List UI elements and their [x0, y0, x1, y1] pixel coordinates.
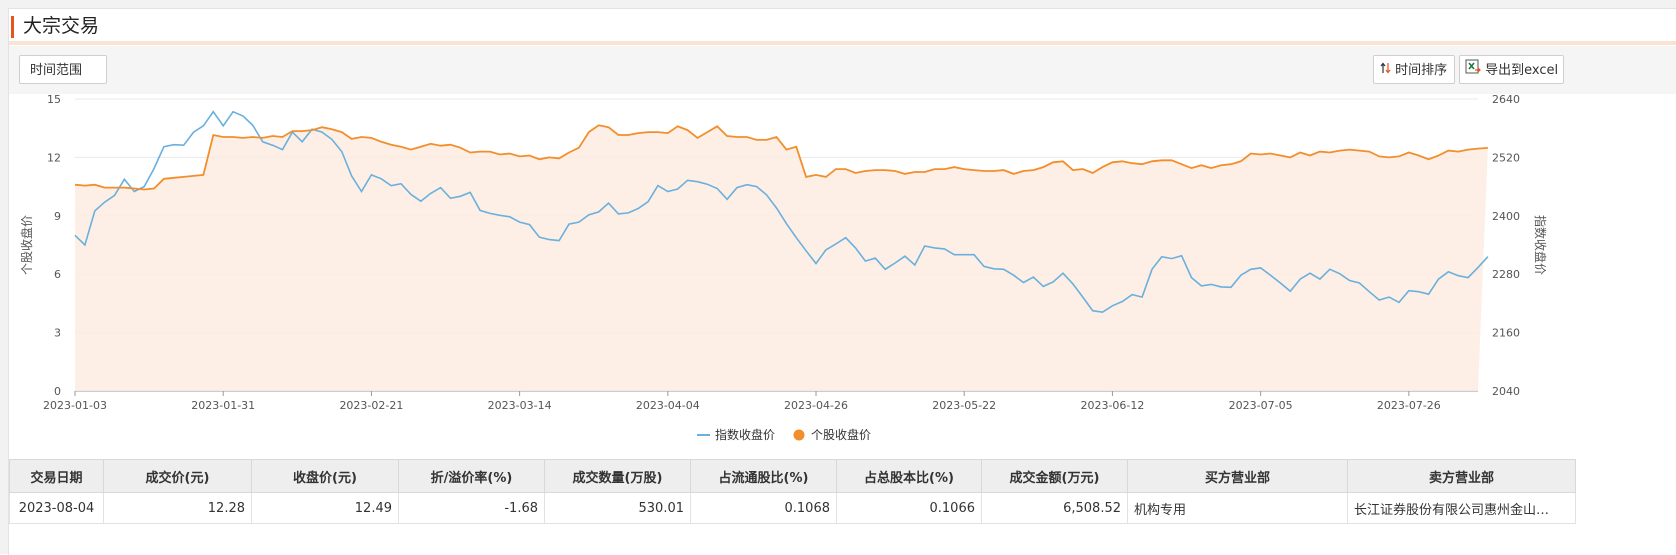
stock-area-fill [75, 125, 1488, 392]
col-header-buyer[interactable]: 买方营业部 [1127, 459, 1348, 493]
col-header-float-ratio[interactable]: 占流通股比(%) [690, 459, 837, 493]
col-header-amount[interactable]: 成交金额(万元) [981, 459, 1128, 493]
col-header-close-price[interactable]: 收盘价(元) [251, 459, 399, 493]
price-chart: 0 3 6 9 12 15 2040 2160 2280 2400 2520 2640 2023-01-… [19, 94, 1548, 442]
x-tick-label: 2023-01-03 [43, 399, 107, 412]
col-header-deal-price[interactable]: 成交价(元) [103, 459, 252, 493]
y-tick-label-right: 2520 [1492, 151, 1520, 164]
block-trade-panel: 大宗交易 时间范围 时间排序 导出到excel 0 3 6 9 12 15 2040 2160… [8, 8, 1676, 555]
col-header-premium-rate[interactable]: 折/溢价率(%) [398, 459, 545, 493]
col-header-trade-date[interactable]: 交易日期 [9, 459, 104, 493]
cell-seller: 长江证券股份有限公司惠州金山… [1347, 492, 1576, 524]
y-tick-label-right: 2400 [1492, 210, 1520, 223]
y-tick-label-left: 9 [54, 210, 61, 223]
x-tick-label: 2023-03-14 [488, 399, 552, 412]
x-tick-label: 2023-07-05 [1229, 399, 1293, 412]
y-tick-label-left: 6 [54, 268, 61, 281]
cell-total-ratio: 0.1066 [836, 492, 982, 524]
x-tick-label: 2023-05-22 [932, 399, 996, 412]
toolbar: 时间范围 时间排序 导出到excel [9, 46, 1676, 94]
sort-icon [1380, 56, 1391, 85]
excel-icon [1465, 56, 1481, 85]
cell-trade-date: 2023-08-04 [9, 492, 104, 524]
col-header-volume[interactable]: 成交数量(万股) [544, 459, 691, 493]
time-range-label: 时间范围 [30, 63, 83, 78]
cell-volume: 530.01 [544, 492, 691, 524]
x-tick-label: 2023-04-26 [784, 399, 848, 412]
cell-buyer: 机构专用 [1127, 492, 1348, 524]
title-accent-bar [11, 16, 14, 38]
y-axis-title-right: 指数收盘价 [1533, 215, 1548, 275]
y-tick-label-right: 2280 [1492, 268, 1520, 281]
cell-deal-price: 12.28 [103, 492, 252, 524]
legend-stock-label: 个股收盘价 [811, 427, 871, 442]
cell-close-price: 12.49 [251, 492, 399, 524]
export-excel-label: 导出到excel [1485, 63, 1559, 78]
x-tick-label: 2023-04-04 [636, 399, 700, 412]
col-header-seller[interactable]: 卖方营业部 [1347, 459, 1576, 493]
table-header-row: 交易日期 成交价(元) 收盘价(元) 折/溢价率(%) 成交数量(万股) 占流通… [9, 459, 1576, 493]
cell-amount: 6,508.52 [981, 492, 1128, 524]
y-axis-title-left: 个股收盘价 [19, 215, 34, 275]
export-excel-button[interactable]: 导出到excel [1459, 55, 1564, 84]
cell-premium-rate: -1.68 [398, 492, 545, 524]
table-row: 2023-08-04 12.28 12.49 -1.68 530.01 0.10… [9, 492, 1576, 524]
y-tick-label-right: 2040 [1492, 385, 1520, 398]
page-title: 大宗交易 [23, 15, 100, 37]
col-header-total-ratio[interactable]: 占总股本比(%) [836, 459, 982, 493]
y-tick-label-left: 3 [54, 327, 61, 340]
x-tick-label: 2023-07-26 [1377, 399, 1441, 412]
x-tick-label: 2023-01-31 [191, 399, 255, 412]
legend-stock-marker [793, 429, 805, 441]
time-sort-label: 时间排序 [1395, 63, 1448, 78]
y-tick-label-right: 2640 [1492, 94, 1520, 106]
x-tick-label: 2023-02-21 [339, 399, 403, 412]
y-tick-label-left: 15 [47, 94, 61, 106]
block-trade-table: 交易日期 成交价(元) 收盘价(元) 折/溢价率(%) 成交数量(万股) 占流通… [9, 459, 1576, 524]
legend-index-label: 指数收盘价 [715, 427, 775, 442]
x-tick-label: 2023-06-12 [1080, 399, 1144, 412]
window-frame: 大宗交易 时间范围 时间排序 导出到excel 0 3 6 9 12 15 2040 2160… [0, 0, 1676, 555]
panel-header: 大宗交易 [9, 9, 1676, 45]
time-sort-button[interactable]: 时间排序 [1373, 55, 1455, 84]
cell-float-ratio: 0.1068 [690, 492, 837, 524]
time-range-button[interactable]: 时间范围 [19, 55, 107, 84]
y-tick-label-left: 12 [47, 151, 61, 164]
y-tick-label-left: 0 [54, 385, 61, 398]
y-tick-label-right: 2160 [1492, 327, 1520, 340]
